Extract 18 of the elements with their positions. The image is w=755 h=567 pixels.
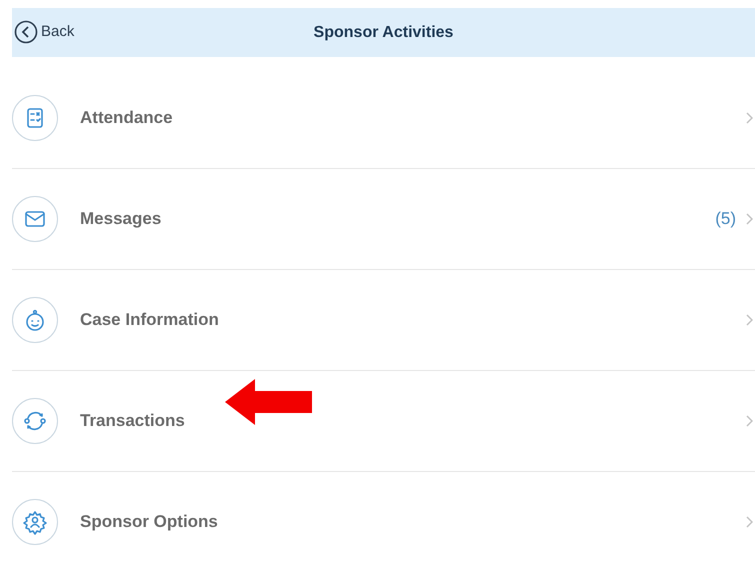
page-title: Sponsor Activities <box>314 22 454 42</box>
menu-row[interactable]: Sponsor Options <box>12 472 755 567</box>
back-icon <box>14 20 38 44</box>
menu-label: Messages <box>80 208 162 230</box>
chevron-icon <box>746 415 753 427</box>
menu-label: Transactions <box>80 410 185 432</box>
chevron-icon <box>746 112 753 124</box>
menu-row[interactable]: Messages (5) <box>12 169 755 270</box>
menu-label: Sponsor Options <box>80 511 218 534</box>
menu-label: Case Information <box>80 309 219 332</box>
menu-row[interactable]: Case Information <box>12 270 755 371</box>
chevron-icon <box>746 213 753 225</box>
chevron-icon <box>746 516 753 528</box>
message-count: (5) <box>715 208 736 230</box>
back-button[interactable]: Back <box>14 20 74 44</box>
menu-row[interactable]: Attendance <box>12 68 755 169</box>
menu-label: Attendance <box>80 107 173 130</box>
chevron-icon <box>746 314 753 326</box>
